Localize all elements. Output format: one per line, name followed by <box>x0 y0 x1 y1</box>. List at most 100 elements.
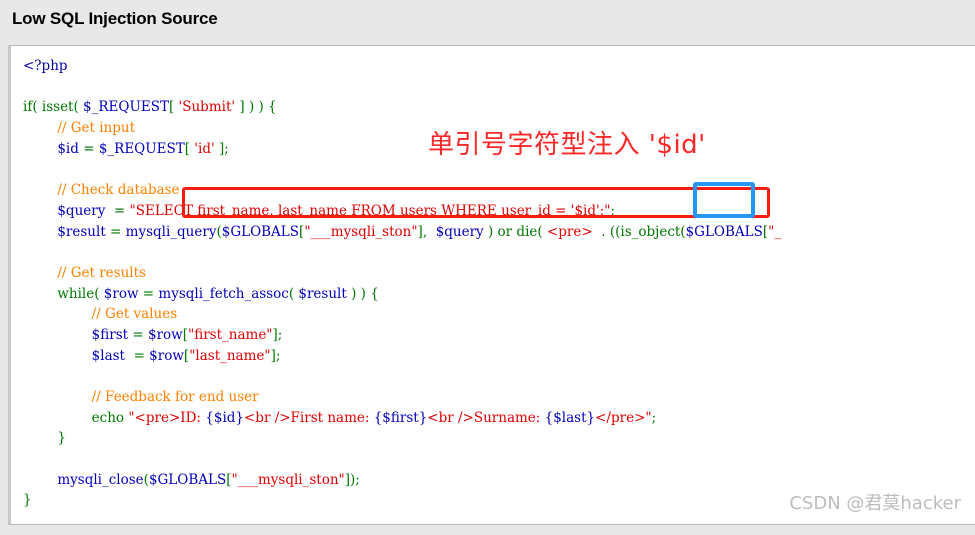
code-line: echo "<pre>ID: {$id}<br />First name: {$… <box>23 408 781 429</box>
code-token: ]); <box>344 471 360 488</box>
code-token: // Feedback for end user <box>91 389 259 405</box>
code-token: $first <box>91 326 129 343</box>
code-token: echo <box>91 409 125 426</box>
code-token: [ <box>184 140 195 157</box>
code-token: $row <box>149 347 184 364</box>
watermark: CSDN @君莫hacker <box>789 493 961 514</box>
code-token: {$id} <box>205 409 244 426</box>
code-token: ]; <box>272 326 283 343</box>
code-line: } <box>23 428 781 449</box>
code-token: while <box>57 285 95 302</box>
code-token: ( <box>32 99 42 116</box>
code-token: $result <box>57 223 106 240</box>
code-token: ( <box>73 99 84 116</box>
code-token: // Get results <box>57 264 146 281</box>
code-token: $_REQUEST <box>83 99 169 116</box>
code-line: } <box>23 490 781 511</box>
code-token: "first_name" <box>188 326 273 343</box>
code-token: 'Submit' <box>178 99 236 116</box>
annotation-note: 单引号字符型注入 '$id' <box>428 130 706 160</box>
code-token: $row <box>103 285 139 302</box>
code-token: $GLOBALS <box>148 471 227 488</box>
code-token: $query <box>435 223 484 240</box>
code-token: . <box>592 223 610 240</box>
code-line: <?php <box>23 56 781 77</box>
code-token: <?php <box>23 58 68 74</box>
code-token: mysqli_fetch_assoc <box>158 285 289 302</box>
code-token: = <box>105 223 126 240</box>
code-token: {$first} <box>373 409 428 426</box>
code-line: $first = $row["first_name"]; <box>23 325 781 346</box>
code-token: = <box>124 347 150 364</box>
code-token: <br />Surname: <box>427 409 545 426</box>
code-token: ; <box>651 409 657 426</box>
code-token: 'id' <box>194 140 215 157</box>
code-token: isset <box>41 99 74 116</box>
code-token: $GLOBALS <box>221 223 300 240</box>
code-token: $id <box>57 140 79 157</box>
code-token: "last_name" <box>189 347 271 364</box>
code-token: mysqli_close <box>57 471 144 488</box>
code-line: // Get results <box>23 263 781 284</box>
code-token: "___mysqli_ston" <box>304 223 418 240</box>
source-code-panel: <?php if( isset( $_REQUEST[ 'Submit' ] )… <box>8 45 975 525</box>
code-token: {$last} <box>544 409 596 426</box>
code-line: if( isset( $_REQUEST[ 'Submit' ] ) ) { <box>23 97 781 118</box>
code-token: = <box>128 326 148 343</box>
code-line: mysqli_close($GLOBALS["___mysqli_ston"])… <box>23 470 781 491</box>
code-token: mysqli_query <box>125 223 217 240</box>
code-token: ]; <box>270 347 281 364</box>
code-token: </pre>" <box>595 409 652 426</box>
code-token: $result <box>298 285 347 302</box>
code-token: } <box>57 430 66 447</box>
code-token: ((is_object( <box>609 223 686 240</box>
code-token: <br />First name: <box>244 409 374 426</box>
code-token: = <box>105 202 130 219</box>
page-title: Low SQL Injection Source <box>12 9 218 28</box>
code-token: "___mysqli_ston" <box>231 471 345 488</box>
code-token: [ <box>168 99 179 116</box>
code-token: $last <box>91 347 125 364</box>
code-token: $_REQUEST <box>98 140 185 157</box>
code-token: = <box>138 285 159 302</box>
code-token: = <box>78 140 99 157</box>
code-line: while( $row = mysqli_fetch_assoc( $resul… <box>23 284 781 305</box>
code-token: ( <box>288 285 299 302</box>
code-token: ], <box>417 223 436 240</box>
code-token: or <box>497 223 513 240</box>
code-token: } <box>23 492 32 509</box>
code-line: $result = mysqli_query($GLOBALS["___mysq… <box>23 222 781 243</box>
code-line: // Feedback for end user <box>23 387 781 408</box>
sql-query-highlight-box <box>182 187 770 218</box>
id-variable-highlight-box <box>693 182 755 218</box>
code-token: ) ) { <box>346 285 379 302</box>
code-token: // Get input <box>57 120 135 137</box>
code-token: "<pre>ID: <box>128 409 206 426</box>
code-token: "_ <box>768 223 782 240</box>
code-line: $last = $row["last_name"]; <box>23 346 781 367</box>
code-token: // Get values <box>91 306 178 323</box>
code-token: $query <box>57 202 106 219</box>
code-line: // Get values <box>23 304 781 325</box>
code-token: ( <box>94 285 104 302</box>
